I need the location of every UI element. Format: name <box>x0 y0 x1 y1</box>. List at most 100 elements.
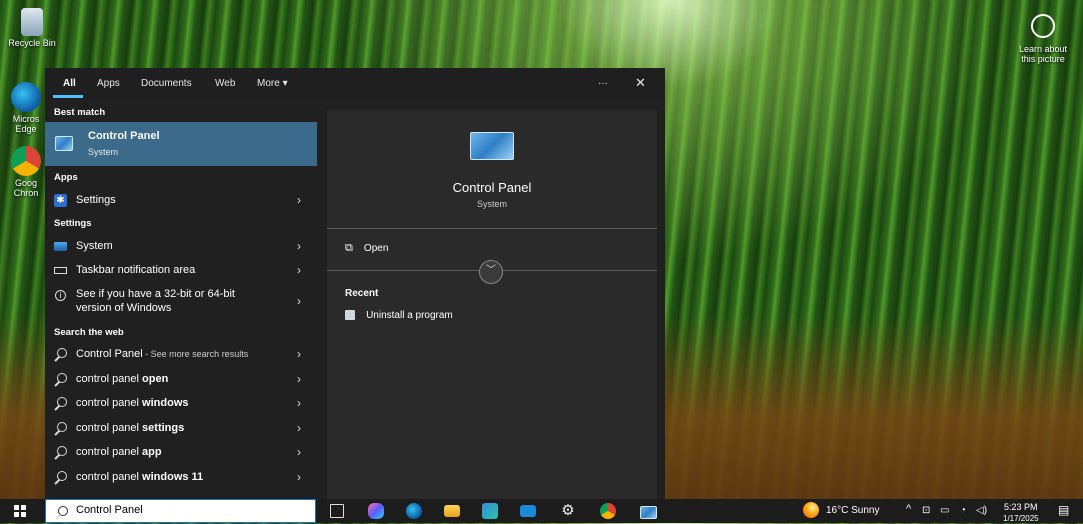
chevron-right-icon: › <box>297 445 301 459</box>
search-icon <box>54 446 67 459</box>
notification-icon[interactable]: ▤ <box>1058 503 1069 517</box>
file-explorer-icon[interactable] <box>444 505 460 517</box>
recent-item-uninstall[interactable]: Uninstall a program <box>345 309 453 321</box>
search-icon <box>54 373 67 386</box>
monitor-icon <box>54 242 67 251</box>
web-result[interactable]: control panel windows › <box>45 393 317 415</box>
meet-now-icon[interactable]: ⊡ <box>922 505 930 516</box>
web-result-bold: app <box>142 446 162 458</box>
battery-icon[interactable]: ▭ <box>940 505 949 516</box>
edge-desktop-label: Micros Edge <box>12 114 40 134</box>
edge-icon[interactable] <box>406 503 422 519</box>
web-result-label: control panel windows <box>76 397 189 409</box>
search-web-header: Search the web <box>54 327 124 338</box>
divider <box>327 228 657 229</box>
apps-header: Apps <box>54 172 78 183</box>
web-result-prefix: Control Panel <box>76 348 143 360</box>
programs-icon <box>345 310 355 321</box>
chevron-right-icon: › <box>297 239 301 253</box>
web-result[interactable]: Control Panel - See more search results … <box>45 344 317 366</box>
chrome-icon[interactable] <box>600 503 616 519</box>
mail-icon[interactable] <box>520 505 536 517</box>
learn-about-label: Learn about this picture <box>1018 44 1068 64</box>
search-icon <box>54 422 67 435</box>
chevron-right-icon: › <box>297 193 301 207</box>
control-panel-taskbar-icon[interactable] <box>640 503 657 519</box>
filter-apps[interactable]: Apps <box>97 78 120 89</box>
control-panel-large-icon <box>470 132 514 160</box>
web-result-label: Control Panel - See more search results <box>76 348 248 360</box>
taskbar-search-box[interactable] <box>45 499 316 523</box>
chevron-right-icon: › <box>297 294 301 308</box>
search-icon <box>54 471 67 484</box>
settings-item-taskbar[interactable]: Taskbar notification area › <box>45 260 317 282</box>
control-panel-icon <box>55 136 73 151</box>
gear-icon: ✱ <box>54 194 67 207</box>
info-icon: i <box>55 290 66 301</box>
web-result-bold: open <box>142 373 169 385</box>
store-icon[interactable] <box>482 503 498 519</box>
settings-header: Settings <box>54 218 92 229</box>
learn-about-picture[interactable]: Learn about this picture <box>1013 14 1073 64</box>
web-result-prefix: control panel <box>76 471 143 483</box>
taskbar-search-input[interactable] <box>76 504 296 516</box>
weather-text[interactable]: 16°C Sunny <box>826 505 879 516</box>
filter-documents[interactable]: Documents <box>141 78 192 89</box>
wifi-icon[interactable]: ◔ <box>960 505 966 516</box>
results-list: Best match Control Panel System Apps ✱ S… <box>45 100 317 499</box>
web-result-suffix: - See more search results <box>142 349 249 359</box>
web-result-bold: windows <box>142 397 189 409</box>
settings-item-system[interactable]: System › <box>45 236 317 258</box>
web-result[interactable]: control panel settings › <box>45 418 317 440</box>
chrome-desktop-icon[interactable]: Goog Chron <box>6 146 46 198</box>
start-button[interactable] <box>14 505 26 517</box>
settings-gear-icon[interactable]: ⚙ <box>560 503 576 519</box>
volume-icon[interactable]: ◁) <box>976 505 987 516</box>
filter-more[interactable]: More ▾ <box>257 78 288 89</box>
web-result[interactable]: control panel windows 11 › <box>45 467 317 489</box>
app-item-settings[interactable]: ✱ Settings › <box>45 190 317 212</box>
open-action[interactable]: ⧉ Open <box>345 242 388 255</box>
preview-title: Control Panel <box>452 180 532 195</box>
caret-down-icon: ▾ <box>282 78 288 89</box>
edge-desktop-icon[interactable]: Micros Edge <box>6 82 46 134</box>
more-options-button[interactable]: ··· <box>598 78 608 89</box>
filter-bar: All Apps Documents Web More ▾ ··· ✕ <box>45 68 665 100</box>
task-view-icon[interactable] <box>330 504 344 518</box>
filter-web[interactable]: Web <box>215 78 235 89</box>
settings-item-label: System <box>76 240 113 252</box>
app-item-label: Settings <box>76 194 116 206</box>
copilot-icon[interactable] <box>368 503 384 519</box>
web-result-bold: windows 11 <box>142 471 204 483</box>
best-match-header: Best match <box>54 107 106 118</box>
close-button[interactable]: ✕ <box>635 75 646 91</box>
chevron-up-icon[interactable]: ^ <box>906 503 911 515</box>
web-result-prefix: control panel <box>76 422 143 434</box>
web-result[interactable]: control panel open › <box>45 369 317 391</box>
open-label: Open <box>363 243 389 254</box>
windows-logo-tile <box>14 505 19 510</box>
clock[interactable]: 5:23 PM 1/17/2025 <box>1003 502 1039 524</box>
weather-sun-icon[interactable] <box>803 502 819 518</box>
best-match-control-panel[interactable]: Control Panel System <box>45 122 317 166</box>
web-result-prefix: control panel <box>76 446 143 458</box>
recycle-bin-label: Recycle Bin <box>8 38 56 48</box>
web-result-label: control panel windows 11 <box>76 471 203 483</box>
clock-time: 5:23 PM <box>1004 502 1038 512</box>
recent-item-label: Uninstall a program <box>366 309 453 321</box>
search-icon <box>54 397 67 410</box>
web-result-prefix: control panel <box>76 397 143 409</box>
filter-all[interactable]: All <box>63 78 76 89</box>
preview-pane: Control Panel System ⧉ Open ﹀ Recent Uni… <box>327 110 657 499</box>
web-result-label: control panel settings <box>76 422 184 434</box>
filter-more-label: More <box>257 78 280 89</box>
web-result[interactable]: control panel app › <box>45 442 317 464</box>
chevron-right-icon: › <box>297 470 301 484</box>
best-match-subtitle: System <box>88 147 119 157</box>
chrome-desktop-label: Goog Chron <box>13 178 39 198</box>
settings-item-32-64-bit[interactable]: i See if you have a 32-bit or 64-bit ver… <box>45 284 317 320</box>
expand-button[interactable]: ﹀ <box>479 260 503 284</box>
recycle-bin-icon[interactable]: Recycle Bin <box>6 8 58 48</box>
control-panel-icon <box>640 506 657 519</box>
web-result-prefix: control panel <box>76 373 143 385</box>
